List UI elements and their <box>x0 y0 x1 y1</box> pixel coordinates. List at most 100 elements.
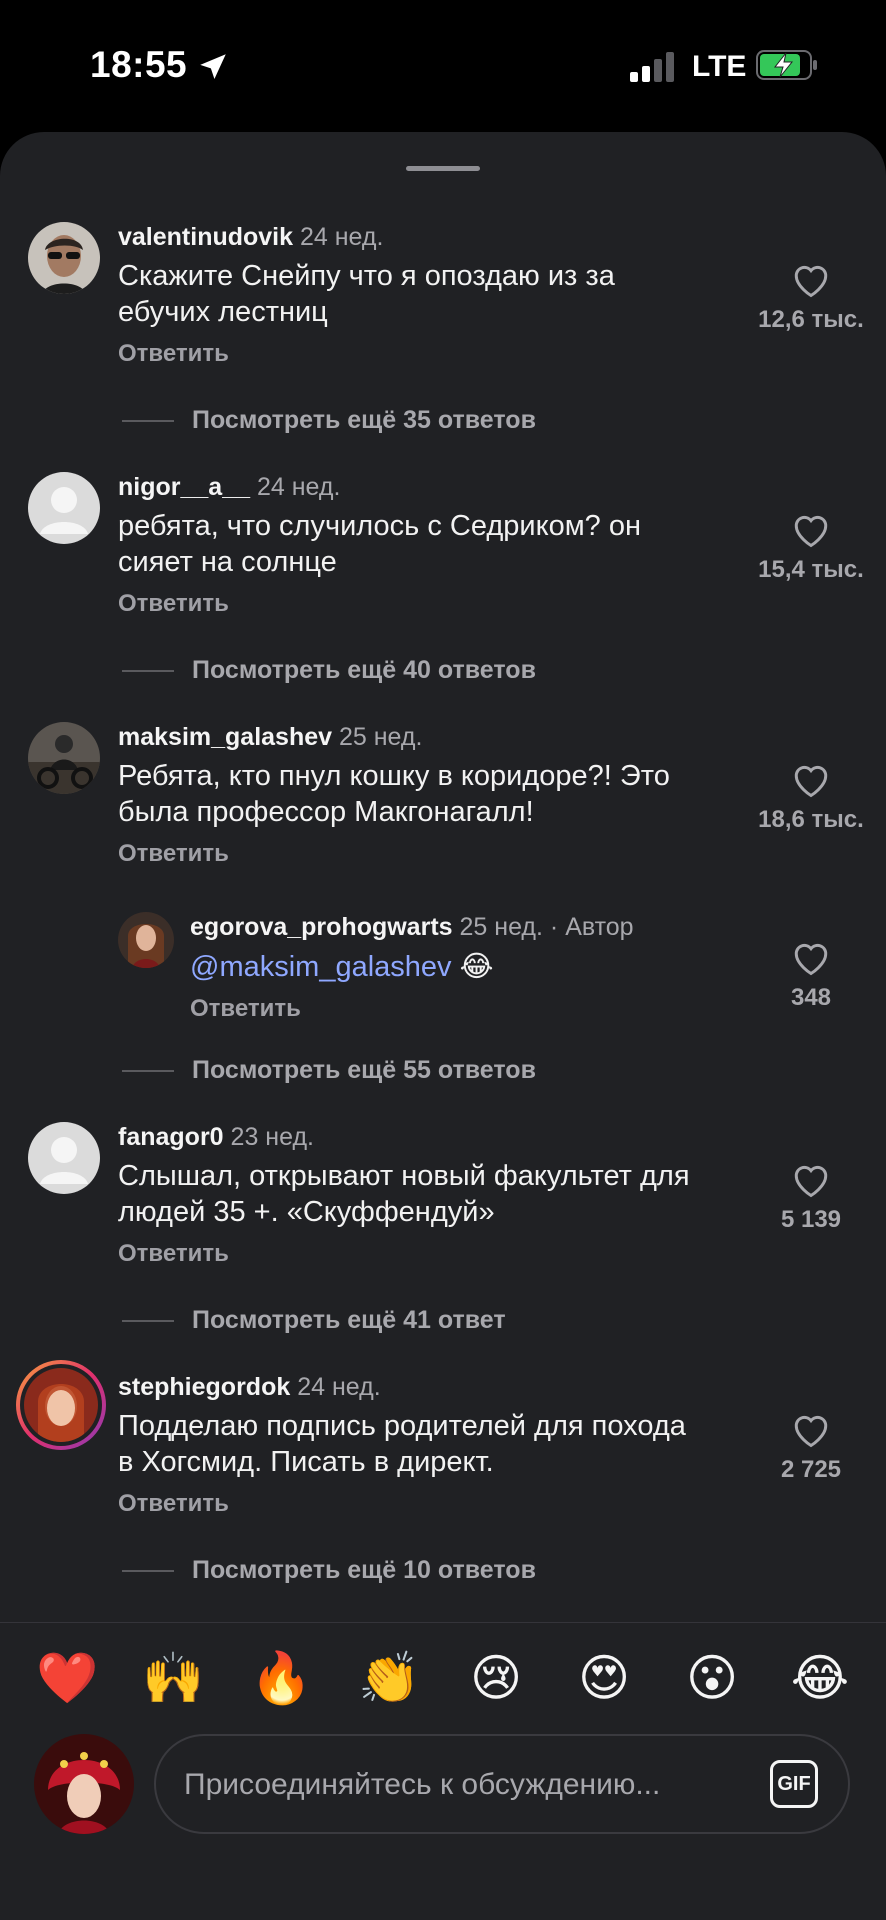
emoji: 😂 <box>459 949 494 983</box>
like-button[interactable]: 15,4 тыс. <box>736 512 886 584</box>
comment-body: fanagor0 23 нед. Слышал, открывают новый… <box>118 1122 746 1268</box>
comment-username[interactable]: nigor__a__ <box>118 473 250 501</box>
comment-time: 23 нед. <box>230 1123 314 1151</box>
comment-username[interactable]: egorova_prohogwarts <box>190 913 453 941</box>
comment-text-line: ребята, что случилось с Седриком? он <box>118 510 641 542</box>
like-button[interactable]: 18,6 тыс. <box>736 762 886 834</box>
reaction-fire[interactable]: 🔥 <box>250 1648 312 1708</box>
avatar-placeholder-icon <box>28 1122 100 1194</box>
reaction-heart[interactable]: ❤️ <box>36 1648 98 1708</box>
heart-outline-icon <box>794 1415 828 1448</box>
avatar[interactable] <box>28 472 100 544</box>
view-more-replies[interactable]: Посмотреть ещё 35 ответов <box>122 406 536 435</box>
comment-time: 24 нед. <box>256 473 341 501</box>
comment-input[interactable]: Присоединяйтесь к обсуждению... GIF <box>154 1734 850 1834</box>
comment-username[interactable]: valentinudovik <box>118 223 293 251</box>
view-more-label: Посмотреть ещё 40 ответов <box>192 656 536 684</box>
comment-text-line: Слышал, открывают новый факультет для <box>118 1160 690 1192</box>
comment-text-line: людей 35 +. «Скуффендуй» <box>118 1196 495 1228</box>
thread-line <box>122 1320 174 1323</box>
divider <box>0 1622 886 1623</box>
view-more-replies[interactable]: Посмотреть ещё 40 ответов <box>122 656 536 685</box>
reply-button[interactable]: Ответить <box>118 1490 229 1518</box>
thread-line <box>122 1070 174 1073</box>
like-button[interactable]: 2 725 <box>736 1412 886 1484</box>
heart-outline-icon <box>794 943 828 976</box>
heart-outline-icon <box>794 765 828 798</box>
thread-line <box>122 1570 174 1573</box>
mention-link[interactable]: @maksim_galashev <box>190 951 452 983</box>
reaction-clap[interactable]: 👏 <box>358 1648 420 1708</box>
like-count: 348 <box>790 984 832 1011</box>
comment-text: ребята, что случилось с Седриком? он сия… <box>118 508 746 580</box>
view-more-label: Посмотреть ещё 10 ответов <box>192 1556 536 1584</box>
battery-charging-icon <box>756 50 818 85</box>
comment-body: nigor__a__ 24 нед. ребята, что случилось… <box>118 472 746 618</box>
like-count: 15,4 тыс. <box>758 556 864 583</box>
signal-icon <box>630 52 676 87</box>
reply-button[interactable]: Ответить <box>118 340 229 368</box>
comment-time: 25 нед. <box>338 723 423 751</box>
thread-line <box>122 420 174 423</box>
sheet-grabber[interactable] <box>406 166 480 171</box>
comment-text: Подделаю подпись родителей для похода в … <box>118 1408 746 1480</box>
like-button[interactable]: 12,6 тыс. <box>736 262 886 334</box>
author-badge: Автор <box>565 913 634 941</box>
view-more-replies[interactable]: Посмотреть ещё 41 ответ <box>122 1306 506 1335</box>
view-more-replies[interactable]: Посмотреть ещё 10 ответов <box>122 1556 536 1585</box>
like-button[interactable]: 5 139 <box>736 1162 886 1234</box>
comment-input-placeholder: Присоединяйтесь к обсуждению... <box>184 1768 661 1801</box>
quick-reactions-bar: ❤️ 🙌 🔥 👏 😢 😍 😮 😂 <box>0 1648 886 1708</box>
comment-username[interactable]: maksim_galashev <box>118 723 332 751</box>
comment-username[interactable]: stephiegordok <box>118 1373 290 1401</box>
reaction-laughing[interactable]: 😂 <box>790 1648 850 1708</box>
heart-outline-icon <box>794 515 828 548</box>
comment-body: valentinudovik 24 нед. Скажите Снейпу чт… <box>118 222 746 368</box>
reaction-raised-hands[interactable]: 🙌 <box>142 1648 204 1708</box>
view-more-replies[interactable]: Посмотреть ещё 55 ответов <box>122 1056 536 1085</box>
comment-time: 24 нед. <box>300 223 384 251</box>
view-more-label: Посмотреть ещё 41 ответ <box>192 1306 506 1334</box>
reaction-heart-eyes[interactable]: 😍 <box>574 1648 634 1708</box>
comment-text: Слышал, открывают новый факультет для лю… <box>118 1158 746 1230</box>
like-count: 5 139 <box>780 1206 842 1233</box>
comment-username[interactable]: fanagor0 <box>118 1123 224 1151</box>
location-arrow-icon <box>196 50 230 89</box>
avatar[interactable] <box>118 912 174 968</box>
comment-time: 25 нед. <box>459 913 543 941</box>
comment-text-line: в Хогсмид. Писать в директ. <box>118 1446 494 1478</box>
comment-text-line: была профессор Макгонагалл! <box>118 796 534 828</box>
avatar-placeholder-icon <box>28 472 100 544</box>
story-ring-avatar[interactable] <box>16 1360 106 1450</box>
meta-separator: · <box>549 913 559 941</box>
comment-text-line: Скажите Снейпу что я опоздаю из за <box>118 260 615 292</box>
comment-body: maksim_galashev 25 нед. Ребята, кто пнул… <box>118 722 746 868</box>
like-count: 18,6 тыс. <box>758 806 864 833</box>
status-time: 18:55 <box>90 44 188 85</box>
status-bar: 18:55 LTE <box>0 0 886 130</box>
comment-text-line: Ребята, кто пнул кошку в коридоре?! Это <box>118 760 670 792</box>
avatar[interactable] <box>28 222 100 294</box>
network-type: LTE <box>692 50 747 83</box>
comment-text: @maksim_galashev 😂 <box>190 948 746 985</box>
reply-button[interactable]: Ответить <box>118 1240 229 1268</box>
reaction-crying[interactable]: 😢 <box>466 1648 526 1708</box>
reaction-surprised[interactable]: 😮 <box>682 1648 742 1708</box>
gif-button[interactable]: GIF <box>770 1760 818 1808</box>
comment-body: stephiegordok 24 нед. Подделаю подпись р… <box>118 1372 746 1518</box>
like-button[interactable]: 348 <box>736 940 886 1012</box>
heart-outline-icon <box>794 265 828 298</box>
reply-button[interactable]: Ответить <box>118 590 229 618</box>
reply-button[interactable]: Ответить <box>118 840 229 868</box>
thread-line <box>122 670 174 673</box>
avatar <box>20 1364 102 1446</box>
comment-text-line: ебучих лестниц <box>118 296 328 328</box>
avatar[interactable] <box>28 722 100 794</box>
view-more-label: Посмотреть ещё 35 ответов <box>192 406 536 434</box>
reply-button[interactable]: Ответить <box>190 995 301 1023</box>
view-more-label: Посмотреть ещё 55 ответов <box>192 1056 536 1084</box>
avatar[interactable] <box>28 1122 100 1194</box>
comment-text-line: сияет на солнце <box>118 546 337 578</box>
comment-time: 24 нед. <box>297 1373 381 1401</box>
current-user-avatar[interactable] <box>34 1734 134 1834</box>
